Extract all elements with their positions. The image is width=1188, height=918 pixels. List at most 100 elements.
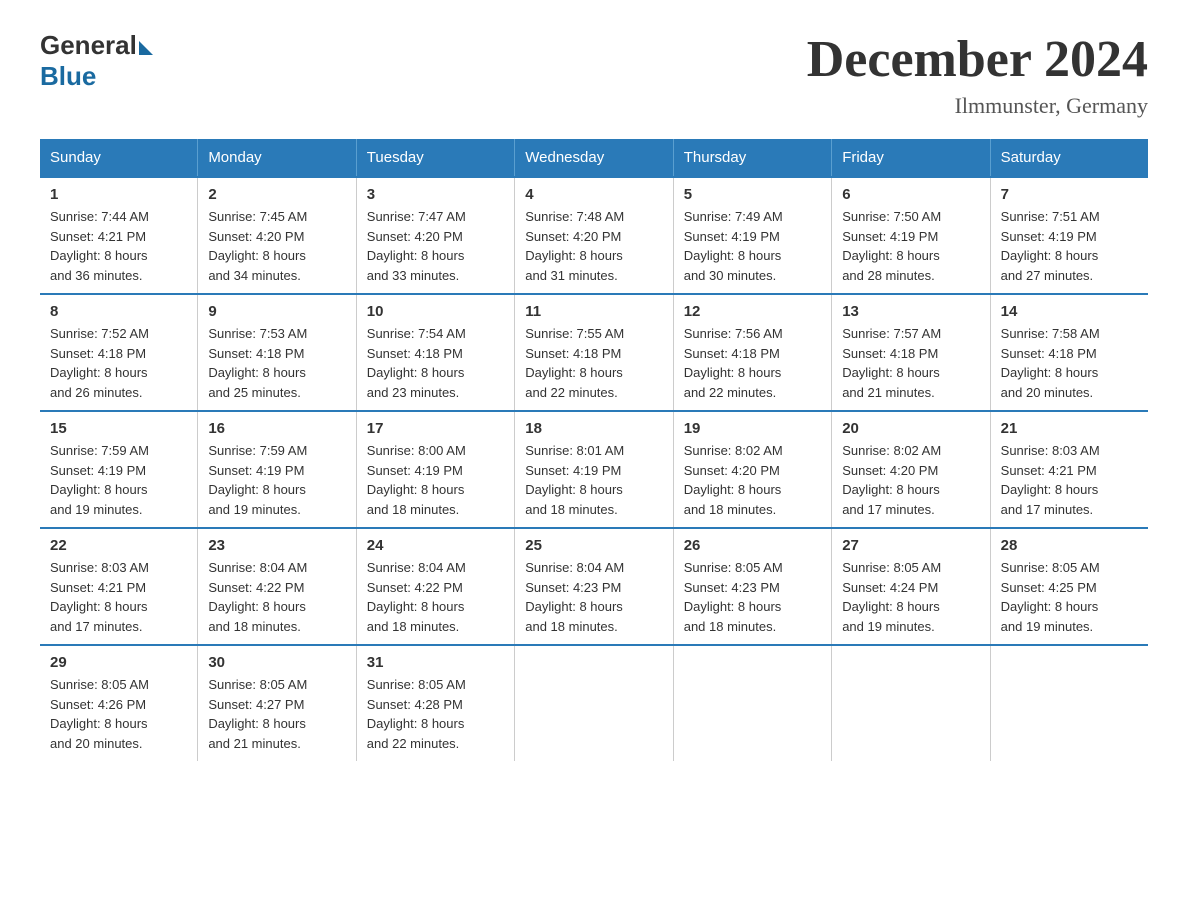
- calendar-cell: 3 Sunrise: 7:47 AMSunset: 4:20 PMDayligh…: [356, 177, 514, 294]
- day-number: 15: [50, 420, 187, 437]
- calendar-cell: 23 Sunrise: 8:04 AMSunset: 4:22 PMDaylig…: [198, 528, 356, 645]
- calendar-cell: 4 Sunrise: 7:48 AMSunset: 4:20 PMDayligh…: [515, 177, 673, 294]
- logo-blue-text: Blue: [40, 61, 96, 92]
- day-info: Sunrise: 8:05 AMSunset: 4:25 PMDaylight:…: [1001, 560, 1100, 634]
- day-info: Sunrise: 7:49 AMSunset: 4:19 PMDaylight:…: [684, 209, 783, 283]
- day-info: Sunrise: 8:05 AMSunset: 4:26 PMDaylight:…: [50, 677, 149, 751]
- day-number: 8: [50, 303, 187, 320]
- calendar-cell: 1 Sunrise: 7:44 AMSunset: 4:21 PMDayligh…: [40, 177, 198, 294]
- calendar-cell: [515, 645, 673, 761]
- week-row-4: 22 Sunrise: 8:03 AMSunset: 4:21 PMDaylig…: [40, 528, 1148, 645]
- day-number: 29: [50, 654, 187, 671]
- day-info: Sunrise: 8:05 AMSunset: 4:27 PMDaylight:…: [208, 677, 307, 751]
- day-info: Sunrise: 7:45 AMSunset: 4:20 PMDaylight:…: [208, 209, 307, 283]
- calendar-cell: 24 Sunrise: 8:04 AMSunset: 4:22 PMDaylig…: [356, 528, 514, 645]
- day-info: Sunrise: 7:55 AMSunset: 4:18 PMDaylight:…: [525, 326, 624, 400]
- calendar-cell: 16 Sunrise: 7:59 AMSunset: 4:19 PMDaylig…: [198, 411, 356, 528]
- day-number: 17: [367, 420, 504, 437]
- calendar-cell: 26 Sunrise: 8:05 AMSunset: 4:23 PMDaylig…: [673, 528, 831, 645]
- day-number: 7: [1001, 186, 1138, 203]
- calendar-cell: 5 Sunrise: 7:49 AMSunset: 4:19 PMDayligh…: [673, 177, 831, 294]
- day-info: Sunrise: 8:04 AMSunset: 4:22 PMDaylight:…: [208, 560, 307, 634]
- day-number: 5: [684, 186, 821, 203]
- day-number: 6: [842, 186, 979, 203]
- day-number: 16: [208, 420, 345, 437]
- day-info: Sunrise: 7:57 AMSunset: 4:18 PMDaylight:…: [842, 326, 941, 400]
- day-number: 9: [208, 303, 345, 320]
- weekday-header-friday: Friday: [832, 139, 990, 177]
- day-number: 26: [684, 537, 821, 554]
- day-number: 12: [684, 303, 821, 320]
- day-info: Sunrise: 8:05 AMSunset: 4:24 PMDaylight:…: [842, 560, 941, 634]
- calendar-cell: 14 Sunrise: 7:58 AMSunset: 4:18 PMDaylig…: [990, 294, 1148, 411]
- calendar-cell: 19 Sunrise: 8:02 AMSunset: 4:20 PMDaylig…: [673, 411, 831, 528]
- calendar-cell: 7 Sunrise: 7:51 AMSunset: 4:19 PMDayligh…: [990, 177, 1148, 294]
- day-number: 23: [208, 537, 345, 554]
- day-info: Sunrise: 7:59 AMSunset: 4:19 PMDaylight:…: [208, 443, 307, 517]
- calendar-cell: 21 Sunrise: 8:03 AMSunset: 4:21 PMDaylig…: [990, 411, 1148, 528]
- location-subtitle: Ilmmunster, Germany: [807, 93, 1148, 119]
- day-info: Sunrise: 8:05 AMSunset: 4:28 PMDaylight:…: [367, 677, 466, 751]
- day-info: Sunrise: 7:53 AMSunset: 4:18 PMDaylight:…: [208, 326, 307, 400]
- logo: General Blue: [40, 30, 153, 92]
- day-number: 27: [842, 537, 979, 554]
- day-info: Sunrise: 8:05 AMSunset: 4:23 PMDaylight:…: [684, 560, 783, 634]
- calendar-cell: 22 Sunrise: 8:03 AMSunset: 4:21 PMDaylig…: [40, 528, 198, 645]
- calendar-cell: 18 Sunrise: 8:01 AMSunset: 4:19 PMDaylig…: [515, 411, 673, 528]
- weekday-header-sunday: Sunday: [40, 139, 198, 177]
- week-row-3: 15 Sunrise: 7:59 AMSunset: 4:19 PMDaylig…: [40, 411, 1148, 528]
- weekday-header-saturday: Saturday: [990, 139, 1148, 177]
- calendar-cell: 9 Sunrise: 7:53 AMSunset: 4:18 PMDayligh…: [198, 294, 356, 411]
- day-number: 28: [1001, 537, 1138, 554]
- calendar-cell: 15 Sunrise: 7:59 AMSunset: 4:19 PMDaylig…: [40, 411, 198, 528]
- calendar-cell: 12 Sunrise: 7:56 AMSunset: 4:18 PMDaylig…: [673, 294, 831, 411]
- day-info: Sunrise: 8:03 AMSunset: 4:21 PMDaylight:…: [1001, 443, 1100, 517]
- day-info: Sunrise: 7:44 AMSunset: 4:21 PMDaylight:…: [50, 209, 149, 283]
- day-number: 10: [367, 303, 504, 320]
- logo-general-text: General: [40, 30, 137, 61]
- day-info: Sunrise: 7:48 AMSunset: 4:20 PMDaylight:…: [525, 209, 624, 283]
- day-number: 20: [842, 420, 979, 437]
- day-number: 14: [1001, 303, 1138, 320]
- day-info: Sunrise: 7:50 AMSunset: 4:19 PMDaylight:…: [842, 209, 941, 283]
- calendar-cell: 13 Sunrise: 7:57 AMSunset: 4:18 PMDaylig…: [832, 294, 990, 411]
- day-info: Sunrise: 7:51 AMSunset: 4:19 PMDaylight:…: [1001, 209, 1100, 283]
- day-info: Sunrise: 7:47 AMSunset: 4:20 PMDaylight:…: [367, 209, 466, 283]
- calendar-cell: [673, 645, 831, 761]
- calendar-cell: 8 Sunrise: 7:52 AMSunset: 4:18 PMDayligh…: [40, 294, 198, 411]
- day-number: 22: [50, 537, 187, 554]
- day-number: 4: [525, 186, 662, 203]
- day-number: 25: [525, 537, 662, 554]
- day-number: 21: [1001, 420, 1138, 437]
- calendar-cell: 6 Sunrise: 7:50 AMSunset: 4:19 PMDayligh…: [832, 177, 990, 294]
- day-info: Sunrise: 8:04 AMSunset: 4:22 PMDaylight:…: [367, 560, 466, 634]
- day-info: Sunrise: 8:03 AMSunset: 4:21 PMDaylight:…: [50, 560, 149, 634]
- day-number: 2: [208, 186, 345, 203]
- month-year-title: December 2024: [807, 30, 1148, 89]
- day-number: 1: [50, 186, 187, 203]
- calendar-cell: 20 Sunrise: 8:02 AMSunset: 4:20 PMDaylig…: [832, 411, 990, 528]
- calendar-cell: 17 Sunrise: 8:00 AMSunset: 4:19 PMDaylig…: [356, 411, 514, 528]
- week-row-5: 29 Sunrise: 8:05 AMSunset: 4:26 PMDaylig…: [40, 645, 1148, 761]
- day-number: 24: [367, 537, 504, 554]
- day-number: 11: [525, 303, 662, 320]
- weekday-header-wednesday: Wednesday: [515, 139, 673, 177]
- calendar-cell: 30 Sunrise: 8:05 AMSunset: 4:27 PMDaylig…: [198, 645, 356, 761]
- calendar-cell: [990, 645, 1148, 761]
- page-header: General Blue December 2024 Ilmmunster, G…: [40, 30, 1148, 119]
- calendar-cell: 28 Sunrise: 8:05 AMSunset: 4:25 PMDaylig…: [990, 528, 1148, 645]
- day-number: 30: [208, 654, 345, 671]
- day-info: Sunrise: 8:04 AMSunset: 4:23 PMDaylight:…: [525, 560, 624, 634]
- day-info: Sunrise: 8:02 AMSunset: 4:20 PMDaylight:…: [684, 443, 783, 517]
- day-info: Sunrise: 8:02 AMSunset: 4:20 PMDaylight:…: [842, 443, 941, 517]
- day-info: Sunrise: 7:52 AMSunset: 4:18 PMDaylight:…: [50, 326, 149, 400]
- day-info: Sunrise: 8:00 AMSunset: 4:19 PMDaylight:…: [367, 443, 466, 517]
- calendar-cell: 11 Sunrise: 7:55 AMSunset: 4:18 PMDaylig…: [515, 294, 673, 411]
- day-number: 31: [367, 654, 504, 671]
- weekday-header-row: SundayMondayTuesdayWednesdayThursdayFrid…: [40, 139, 1148, 177]
- calendar-cell: 27 Sunrise: 8:05 AMSunset: 4:24 PMDaylig…: [832, 528, 990, 645]
- day-number: 3: [367, 186, 504, 203]
- weekday-header-tuesday: Tuesday: [356, 139, 514, 177]
- day-info: Sunrise: 7:59 AMSunset: 4:19 PMDaylight:…: [50, 443, 149, 517]
- weekday-header-thursday: Thursday: [673, 139, 831, 177]
